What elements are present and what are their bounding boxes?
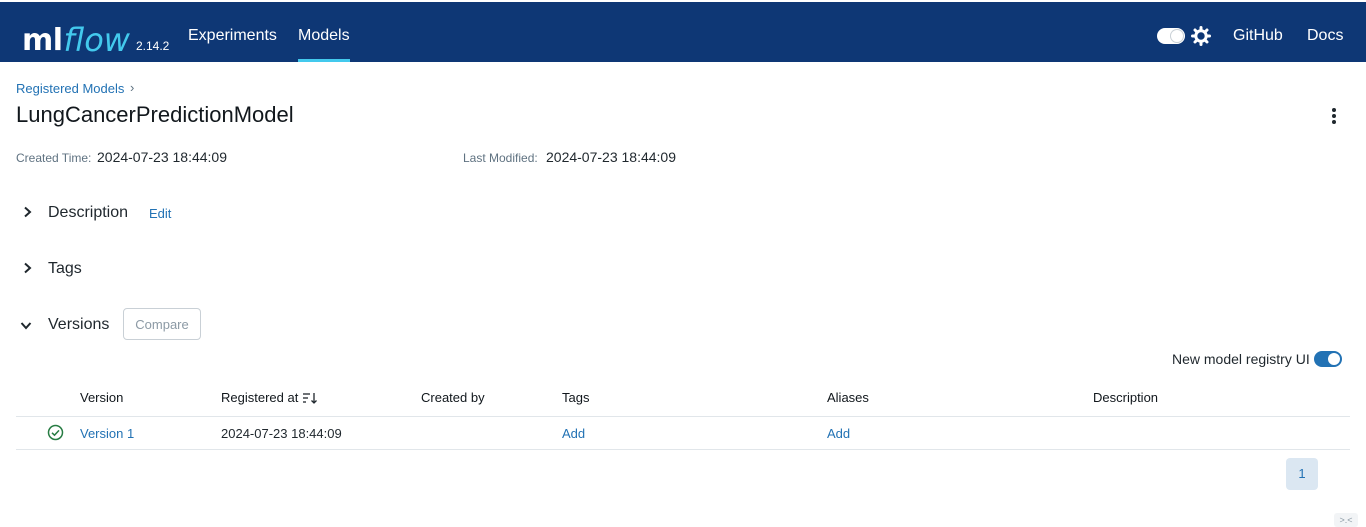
registered-at-cell: 2024-07-23 18:44:09 xyxy=(221,426,342,441)
last-modified-value: 2024-07-23 18:44:09 xyxy=(546,149,676,165)
logo-ml-text: ml xyxy=(22,23,63,58)
logo-flow-text: flow xyxy=(63,21,130,59)
compare-button[interactable]: Compare xyxy=(123,308,201,340)
pagination-page-button[interactable]: 1 xyxy=(1286,458,1318,490)
new-registry-ui-toggle[interactable] xyxy=(1314,351,1342,367)
new-registry-ui-label: New model registry UI xyxy=(1172,351,1310,367)
chevron-down-icon[interactable] xyxy=(19,318,33,332)
more-options-icon[interactable] xyxy=(1324,106,1344,126)
column-header-version: Version xyxy=(80,390,124,405)
nav-experiments[interactable]: Experiments xyxy=(188,26,277,46)
top-navbar: ml flow 2.14.2 Experiments Models GitHub… xyxy=(0,0,1366,62)
table-bottom-divider xyxy=(16,449,1350,450)
column-header-created-by: Created by xyxy=(421,390,485,405)
sort-descending-icon[interactable] xyxy=(302,391,318,405)
add-tag-link[interactable]: Add xyxy=(562,426,585,441)
version-label: 2.14.2 xyxy=(135,39,170,53)
created-time-label: Created Time: xyxy=(16,151,92,165)
gear-icon[interactable] xyxy=(1191,26,1211,46)
nav-models[interactable]: Models xyxy=(298,26,350,46)
column-header-aliases: Aliases xyxy=(827,390,869,405)
table-header-divider xyxy=(16,416,1350,417)
breadcrumb-registered-models[interactable]: Registered Models xyxy=(16,81,124,96)
section-description-title[interactable]: Description xyxy=(48,204,128,222)
section-versions-title[interactable]: Versions xyxy=(48,316,109,334)
column-header-description: Description xyxy=(1093,390,1159,405)
created-time-value: 2024-07-23 18:44:09 xyxy=(97,149,227,165)
chevron-right-icon[interactable] xyxy=(20,205,34,219)
section-tags-title[interactable]: Tags xyxy=(48,260,82,278)
nav-github[interactable]: GitHub xyxy=(1233,26,1283,46)
chevron-right-icon[interactable] xyxy=(20,261,34,275)
edit-description-link[interactable]: Edit xyxy=(149,206,171,221)
breadcrumb-separator: › xyxy=(130,80,135,95)
add-alias-link[interactable]: Add xyxy=(827,426,850,441)
version-link[interactable]: Version 1 xyxy=(80,426,134,441)
collapse-icon[interactable]: >.< xyxy=(1334,513,1358,527)
theme-toggle[interactable] xyxy=(1157,28,1185,44)
last-modified-label: Last Modified: xyxy=(463,151,538,165)
page-title: LungCancerPredictionModel xyxy=(16,102,294,127)
column-header-tags: Tags xyxy=(562,390,590,405)
active-nav-indicator xyxy=(298,59,350,62)
mlflow-logo[interactable]: ml flow 2.14.2 xyxy=(22,12,169,56)
nav-docs[interactable]: Docs xyxy=(1307,26,1343,46)
column-header-registered-at[interactable]: Registered at xyxy=(221,390,298,405)
check-circle-icon xyxy=(47,424,64,441)
